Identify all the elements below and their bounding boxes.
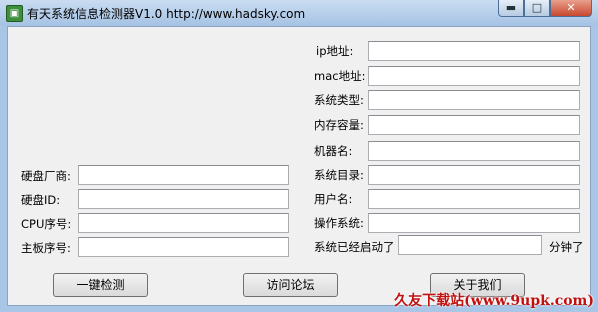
system-type-field[interactable] [368, 90, 580, 110]
visit-forum-button[interactable]: 访问论坛 [243, 273, 338, 297]
uptime-unit-label: 分钟了 [549, 240, 584, 254]
board-serial-label: 主板序号: [21, 241, 71, 255]
disk-id-label: 硬盘ID: [21, 193, 61, 207]
memory-field[interactable] [368, 115, 580, 135]
site-watermark: 久友下载站(www.9upk.com) [394, 293, 594, 309]
memory-label: 内存容量: [314, 118, 364, 132]
machine-name-label: 机器名: [314, 144, 353, 158]
disk-vendor-field[interactable] [78, 165, 289, 185]
detect-button[interactable]: 一键检测 [53, 273, 148, 297]
system-dir-field[interactable] [368, 165, 580, 185]
system-type-label: 系统类型: [314, 93, 364, 107]
username-label: 用户名: [314, 192, 353, 206]
minimize-button[interactable]: ▬ [498, 0, 524, 17]
system-dir-label: 系统目录: [314, 168, 364, 182]
system-info-icon: ▣ [6, 5, 23, 22]
close-button[interactable]: ✕ [550, 0, 592, 17]
window-controls: ▬ □ ✕ [498, 0, 592, 18]
username-field[interactable] [368, 189, 580, 209]
uptime-field[interactable] [398, 235, 542, 255]
os-label: 操作系统: [314, 216, 364, 230]
app-window: ▣ 有天系统信息检测器V1.0 http://www.hadsky.com ▬ … [0, 0, 598, 312]
maximize-button[interactable]: □ [524, 0, 550, 17]
cpu-serial-field[interactable] [78, 213, 289, 233]
os-field[interactable] [368, 213, 580, 233]
client-area: ip地址: mac地址: 系统类型: 内存容量: 机器名: 系统目录: 用户名:… [7, 26, 591, 306]
uptime-label: 系统已经启动了 [314, 240, 395, 254]
title-bar[interactable]: ▣ 有天系统信息检测器V1.0 http://www.hadsky.com ▬ … [0, 0, 598, 26]
board-serial-field[interactable] [78, 237, 289, 257]
ip-field[interactable] [368, 41, 580, 61]
window-title: 有天系统信息检测器V1.0 http://www.hadsky.com [27, 7, 306, 21]
mac-label: mac地址: [314, 69, 366, 83]
machine-name-field[interactable] [368, 141, 580, 161]
cpu-serial-label: CPU序号: [21, 217, 72, 231]
disk-id-field[interactable] [78, 189, 289, 209]
mac-field[interactable] [368, 66, 580, 86]
ip-label: ip地址: [316, 44, 354, 58]
disk-vendor-label: 硬盘厂商: [21, 169, 71, 183]
